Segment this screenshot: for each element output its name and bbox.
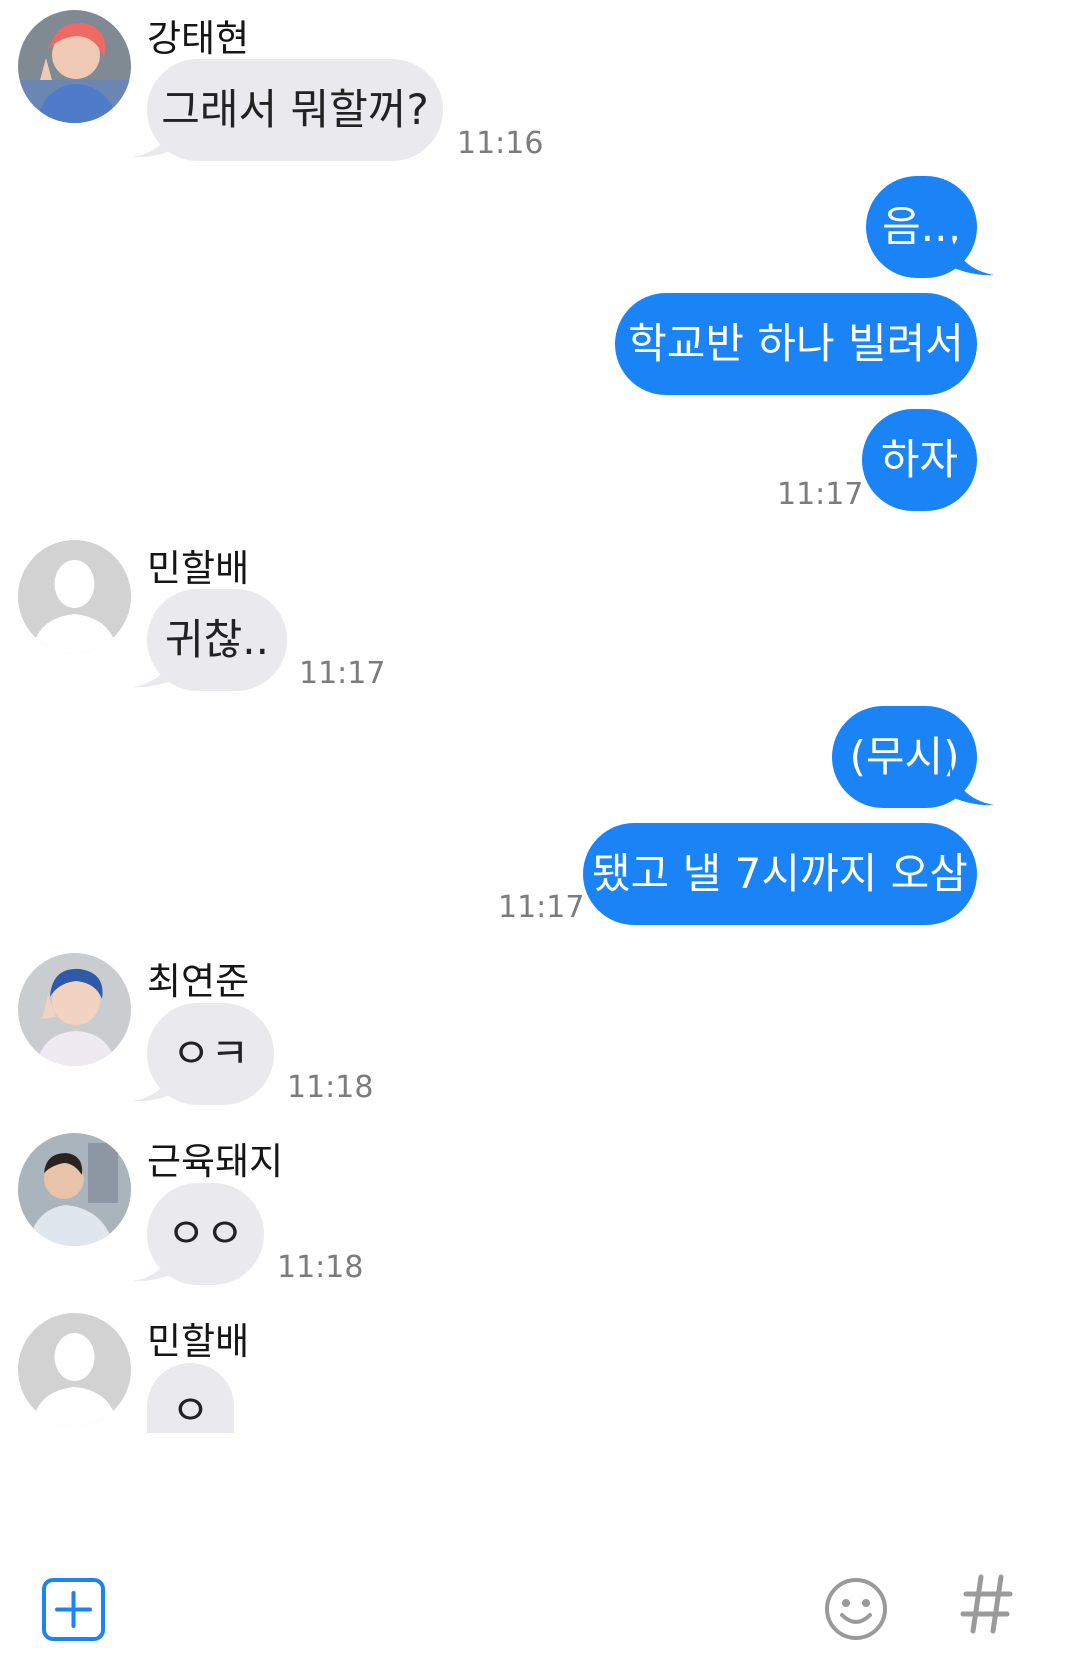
message-text: 그래서 뭐할꺼? [161,85,429,134]
avatar-min-halbae[interactable] [18,540,131,653]
message-time: 11:16 [457,126,544,161]
message-text: 귀찮.. [165,615,269,664]
sender-name: 최연준 [147,960,250,1003]
sender-name: 근육돼지 [147,1140,284,1183]
message-text: ㅇㅋ [171,1029,250,1078]
sender-name: 민할배 [147,1320,250,1363]
message-text: 학교반 하나 빌려서 [628,319,964,368]
profile-photo-icon [18,953,131,1066]
avatar-choi-yeonjun[interactable] [18,953,131,1066]
avatar-min-halbae[interactable] [18,1313,131,1426]
message-text: (무시) [849,732,960,781]
default-person-icon [18,1313,131,1426]
incoming-message-bubble[interactable]: ㅇㅋ [147,1003,274,1105]
incoming-message-bubble[interactable]: ㅇㅇ [147,1183,264,1285]
profile-photo-icon [18,10,131,123]
sender-name: 민할배 [147,547,250,590]
message-time: 11:17 [498,890,585,925]
message-time: 11:18 [287,1070,374,1105]
incoming-message-bubble[interactable]: 그래서 뭐할꺼? [147,59,443,161]
message-text: ㅇㅇ [166,1209,245,1258]
outgoing-message-bubble[interactable]: 학교반 하나 빌려서 [615,293,977,395]
smiley-icon[interactable] [823,1576,889,1642]
message-time: 11:18 [277,1250,364,1285]
bubble-tail [950,756,994,806]
outgoing-message-bubble[interactable]: 됐고 낼 7시까지 오삼 [583,823,977,925]
avatar-geunyuk-dwaeji[interactable] [18,1133,131,1246]
incoming-message-bubble[interactable]: 귀찮.. [147,589,287,691]
outgoing-message-bubble[interactable]: 하자 [862,409,977,511]
message-time: 11:17 [777,477,864,512]
avatar-kang-taehyun[interactable] [18,10,131,123]
hash-icon[interactable] [960,1573,1014,1635]
profile-photo-icon [18,1133,131,1246]
message-text: ㅇ [171,1386,210,1435]
default-person-icon [18,540,131,653]
plus-square-icon[interactable] [42,1578,105,1641]
composer-bar [0,1545,1080,1676]
bubble-tail [950,226,994,276]
message-time: 11:17 [299,656,386,691]
incoming-message-bubble[interactable]: ㅇ [147,1363,234,1435]
message-text: 됐고 낼 7시까지 오삼 [592,849,968,898]
message-text: 하자 [880,435,959,484]
sender-name: 강태현 [147,17,250,60]
